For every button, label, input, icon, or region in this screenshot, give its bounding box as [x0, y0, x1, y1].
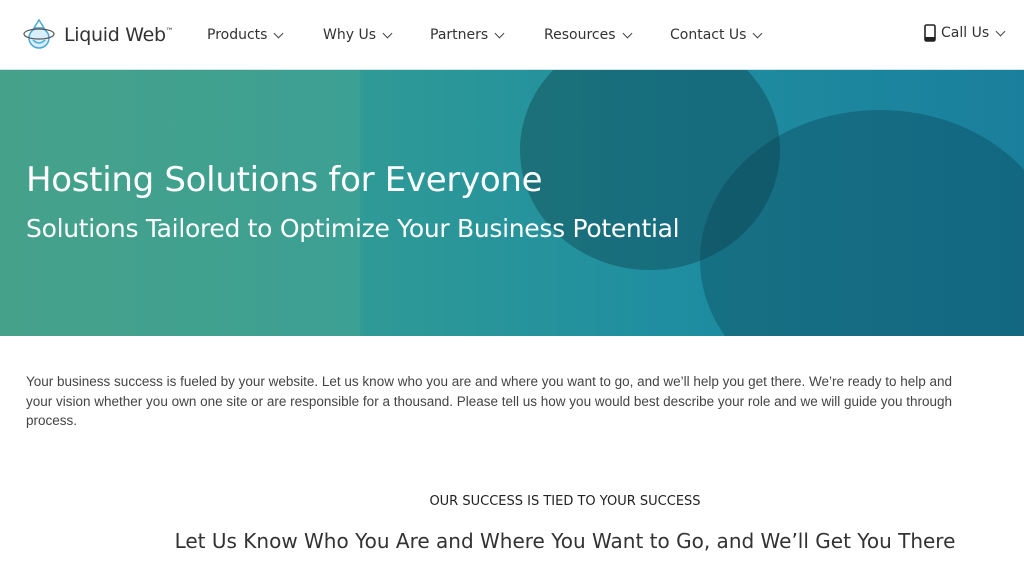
chevron-down-icon	[753, 28, 763, 38]
intro-paragraph: Your business success is fueled by your …	[26, 372, 1024, 431]
hero-background-image	[0, 70, 360, 336]
nav-contact-us[interactable]: Contact Us	[670, 27, 763, 43]
nav-products[interactable]: Products	[207, 27, 284, 43]
liquid-web-logo-icon	[23, 18, 55, 49]
hero-subtitle: Solutions Tailored to Optimize Your Busi…	[26, 214, 680, 243]
logo[interactable]: Liquid Web™	[22, 18, 174, 52]
nav-label: Why Us	[323, 27, 376, 43]
section-heading: Let Us Know Who You Are and Where You Wa…	[174, 529, 956, 553]
chevron-down-icon	[382, 28, 393, 38]
chevron-down-icon	[622, 28, 632, 38]
top-nav: Liquid Web™ Products Why Us Partners Res…	[0, 0, 1024, 70]
nav-resources[interactable]: Resources	[544, 27, 632, 43]
call-us-label: Call Us	[941, 25, 990, 41]
nav-label: Partners	[430, 27, 489, 43]
intro-line: your vision whether you own one site or …	[26, 393, 953, 409]
nav-label: Products	[207, 27, 268, 43]
hero-title: Hosting Solutions for Everyone	[26, 160, 543, 200]
trademark: ™	[165, 26, 174, 36]
section-kicker: OUR SUCCESS IS TIED TO YOUR SUCCESS	[429, 494, 701, 509]
intro-line: Your business success is fueled by your …	[26, 374, 953, 389]
nav-why-us[interactable]: Why Us	[323, 27, 393, 43]
nav-label: Resources	[544, 27, 616, 43]
chevron-down-icon	[995, 26, 1006, 36]
chevron-down-icon	[274, 28, 284, 38]
hero-banner: Hosting Solutions for Everyone Solutions…	[0, 70, 1024, 336]
chevron-down-icon	[494, 28, 505, 38]
phone-icon	[924, 24, 936, 42]
nav-partners[interactable]: Partners	[430, 27, 505, 43]
nav-label: Contact Us	[670, 27, 747, 43]
call-us-button[interactable]: Call Us	[924, 24, 1006, 42]
brand-name: Liquid Web	[64, 24, 166, 46]
intro-line: process.	[26, 413, 78, 428]
